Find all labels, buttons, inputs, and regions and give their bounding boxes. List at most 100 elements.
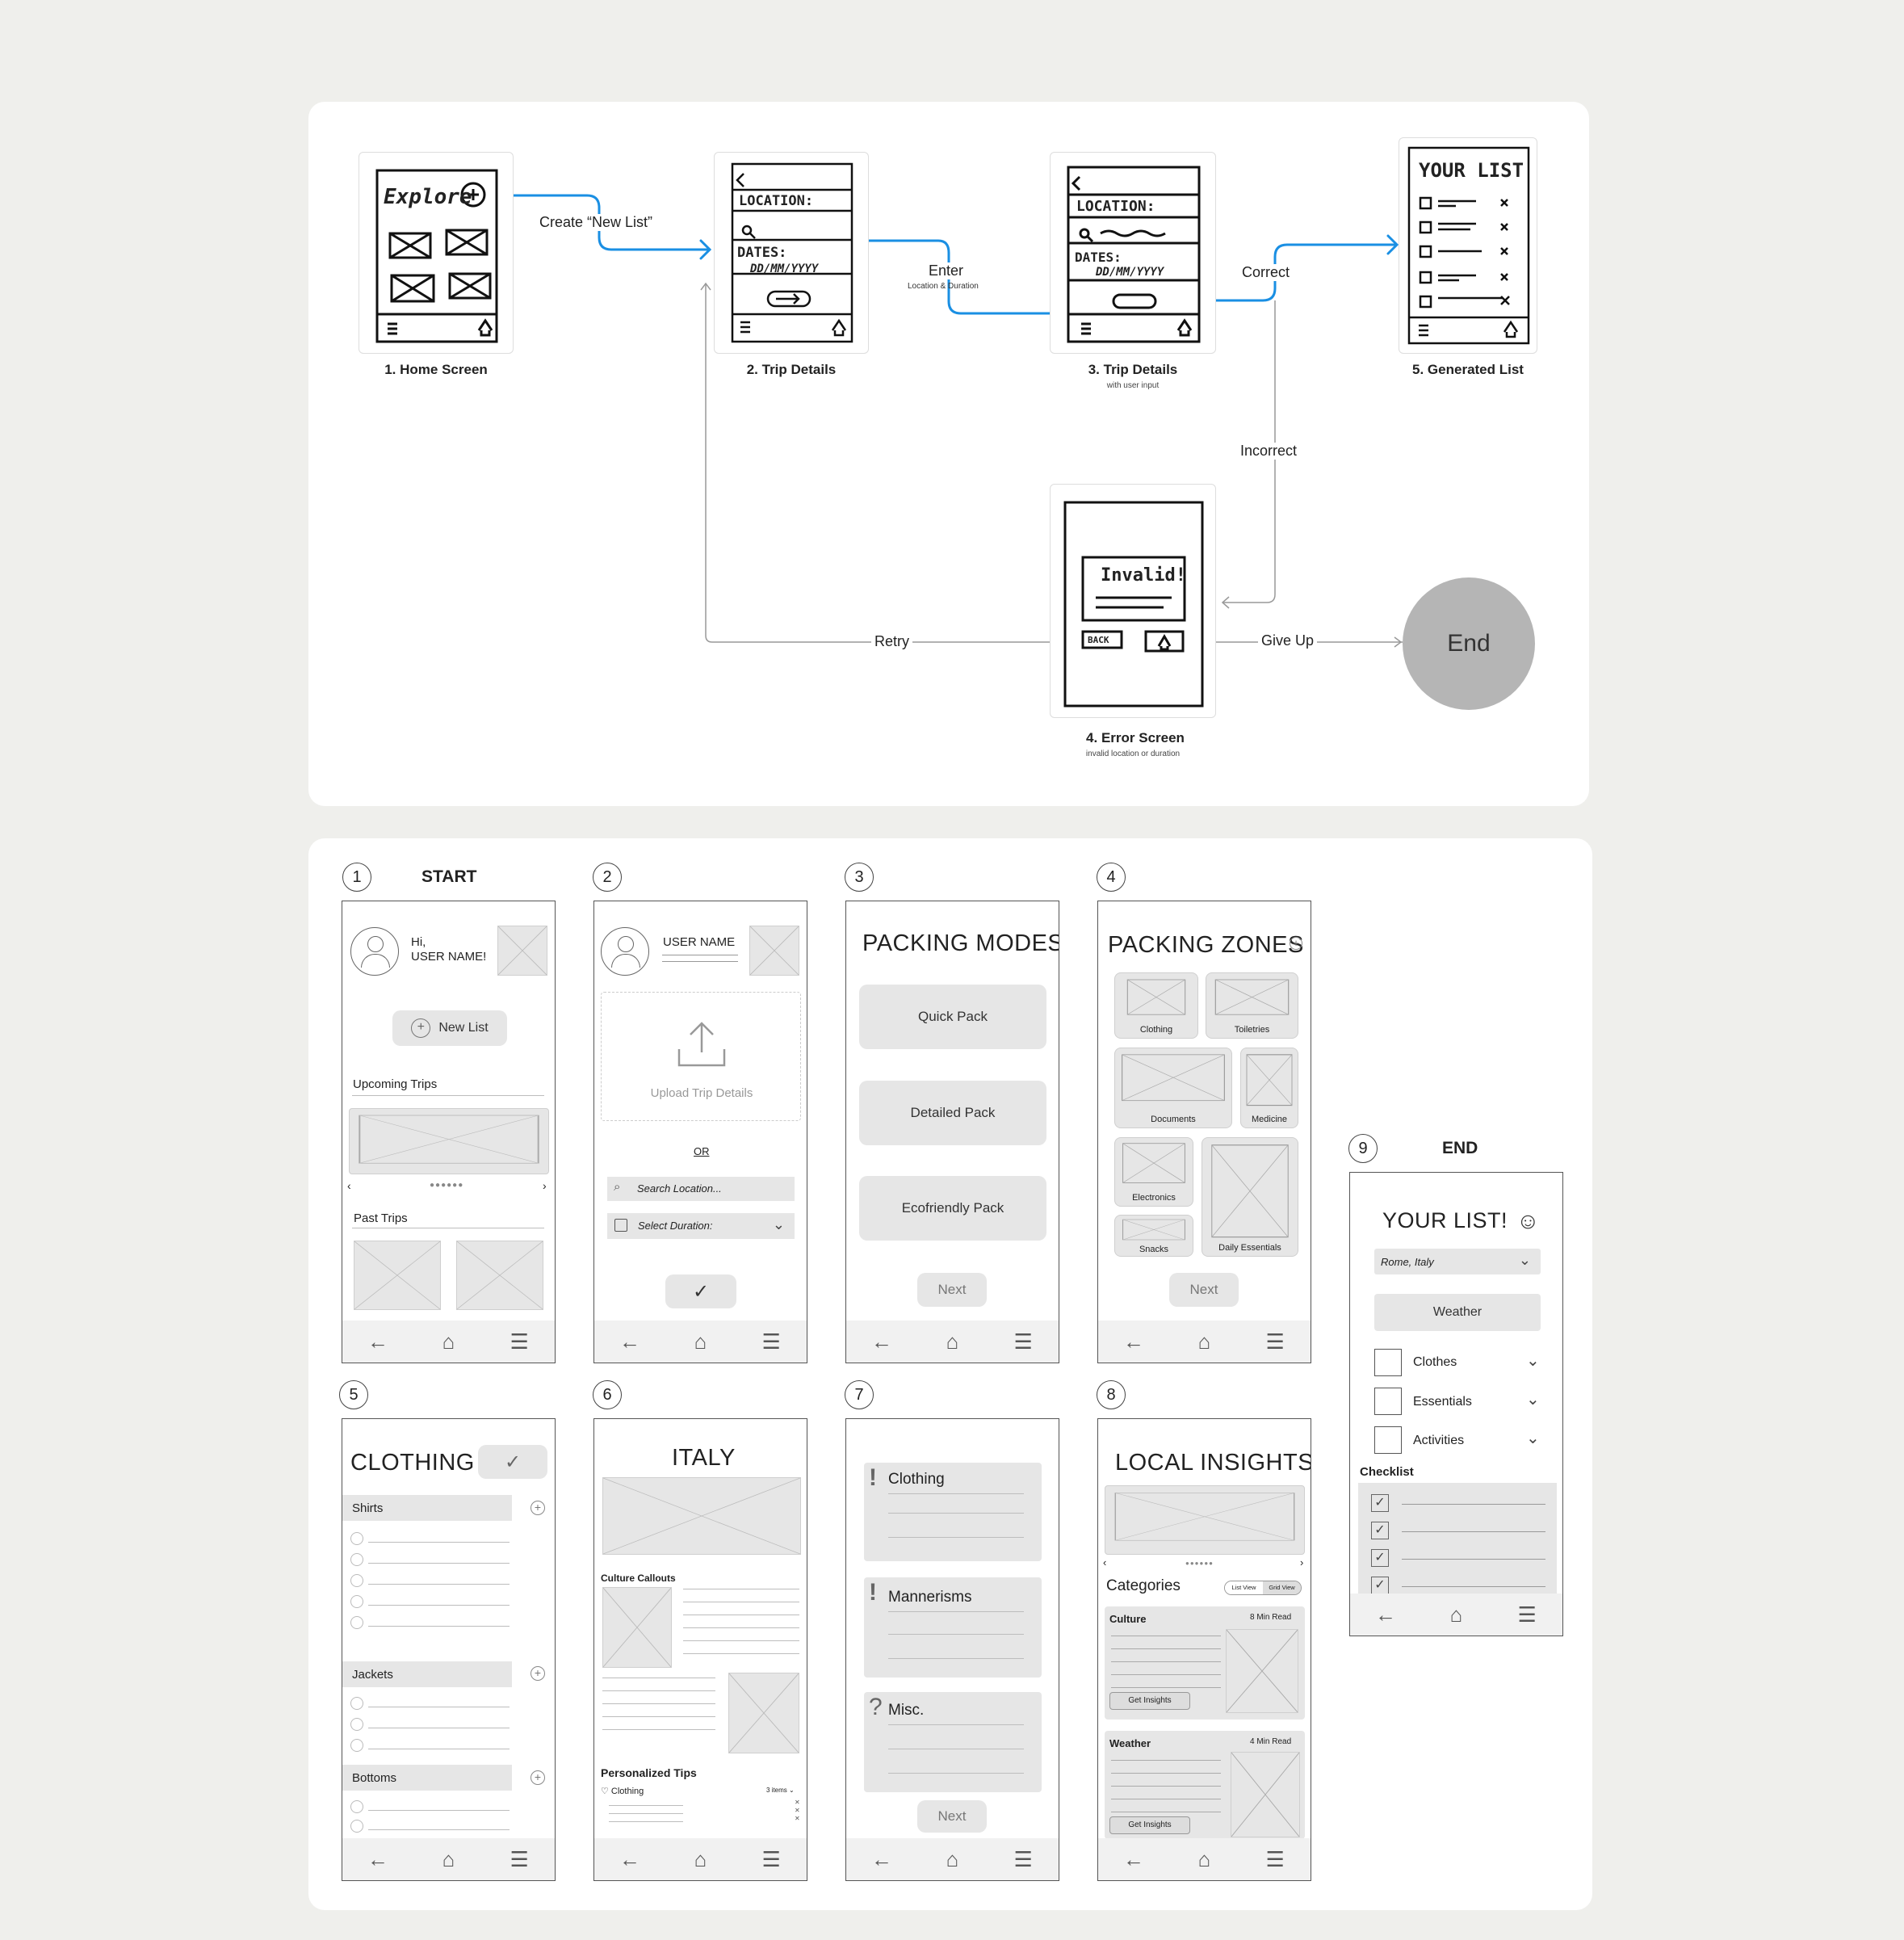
menu-list-icon[interactable]: ☰: [1259, 1329, 1291, 1354]
section-shirts[interactable]: Shirts: [342, 1495, 512, 1521]
carousel-next-icon[interactable]: ›: [1300, 1556, 1303, 1568]
card-image: [1226, 1629, 1298, 1713]
add-item-icon[interactable]: +: [531, 1666, 545, 1681]
home-icon[interactable]: ⌂: [684, 1329, 716, 1354]
quick-pack-button[interactable]: Quick Pack: [859, 985, 1046, 1049]
sketch-invalid-text: Invalid!: [1101, 565, 1186, 586]
menu-list-icon[interactable]: ☰: [1511, 1602, 1543, 1627]
home-icon[interactable]: ⌂: [1188, 1329, 1220, 1354]
weather-button[interactable]: Weather: [1374, 1294, 1541, 1331]
home-icon[interactable]: ⌂: [1440, 1602, 1472, 1627]
back-arrow-icon[interactable]: ←: [866, 1847, 898, 1872]
past-trip-card-2[interactable]: [456, 1241, 543, 1310]
activities-checkbox[interactable]: [1374, 1426, 1402, 1454]
ecofriendly-pack-button[interactable]: Ecofriendly Pack: [859, 1176, 1046, 1241]
menu-list-icon[interactable]: ☰: [1007, 1329, 1039, 1354]
chevron-down-icon[interactable]: ⌄: [1526, 1428, 1540, 1448]
location-select[interactable]: Rome, Italy ⌄: [1374, 1249, 1541, 1274]
zone-toiletries[interactable]: Toiletries: [1206, 972, 1298, 1039]
view-toggle[interactable]: List View Grid View: [1224, 1581, 1302, 1595]
zone-documents[interactable]: Documents: [1114, 1048, 1232, 1128]
back-arrow-icon[interactable]: ←: [614, 1847, 646, 1872]
next-button[interactable]: Next: [1169, 1273, 1239, 1307]
menu-list-icon[interactable]: ☰: [1259, 1847, 1291, 1872]
get-insights-button[interactable]: Get Insights: [1109, 1816, 1190, 1834]
menu-list-icon[interactable]: ☰: [755, 1847, 787, 1872]
avatar[interactable]: [601, 927, 649, 976]
get-insights-button[interactable]: Get Insights: [1109, 1692, 1190, 1710]
section-bottoms[interactable]: Bottoms: [342, 1765, 512, 1791]
tips-items-count[interactable]: 3 items ⌄: [766, 1787, 795, 1794]
zone-daily-essentials[interactable]: Daily Essentials: [1202, 1137, 1298, 1257]
confirm-check-button[interactable]: ✓: [665, 1274, 736, 1308]
back-arrow-icon[interactable]: ←: [866, 1329, 898, 1354]
new-list-button[interactable]: + New List: [392, 1010, 507, 1046]
home-icon[interactable]: ⌂: [432, 1847, 464, 1872]
clothes-checkbox[interactable]: [1374, 1349, 1402, 1376]
carousel-prev-icon[interactable]: ‹: [347, 1179, 351, 1192]
menu-list-icon[interactable]: ☰: [755, 1329, 787, 1354]
add-zone-icon[interactable]: +: [1290, 937, 1302, 950]
list-view-option[interactable]: List View: [1225, 1581, 1263, 1594]
checklist-item-checkbox[interactable]: ✓: [1371, 1494, 1389, 1512]
back-arrow-icon[interactable]: ←: [1118, 1847, 1150, 1872]
past-trips-heading: Past Trips: [354, 1211, 408, 1225]
screen-number-5: 5: [339, 1380, 368, 1409]
menu-list-icon[interactable]: ☰: [1007, 1847, 1039, 1872]
avatar[interactable]: [350, 927, 399, 976]
home-icon[interactable]: ⌂: [684, 1847, 716, 1872]
essentials-checkbox[interactable]: [1374, 1388, 1402, 1415]
back-arrow-icon[interactable]: ←: [362, 1847, 394, 1872]
add-item-icon[interactable]: +: [531, 1770, 545, 1785]
checklist-item-checkbox[interactable]: ✓: [1371, 1549, 1389, 1567]
exclamation-icon: !: [869, 1464, 877, 1491]
sketch-your-list-text: YOUR LIST: [1419, 159, 1524, 182]
confirm-check-button[interactable]: ✓: [478, 1445, 547, 1479]
home-icon[interactable]: ⌂: [936, 1847, 968, 1872]
menu-list-icon[interactable]: ☰: [503, 1847, 535, 1872]
zone-electronics[interactable]: Electronics: [1114, 1137, 1193, 1207]
menu-list-icon[interactable]: ☰: [503, 1329, 535, 1354]
back-arrow-icon[interactable]: ←: [614, 1329, 646, 1354]
tips-clothing-label[interactable]: ♡ Clothing: [601, 1786, 644, 1796]
zone-clothing[interactable]: Clothing: [1114, 972, 1198, 1039]
insight-card-culture[interactable]: Culture 8 Min Read Get Insights: [1105, 1606, 1305, 1720]
checklist-item-checkbox[interactable]: ✓: [1371, 1522, 1389, 1539]
card-misc[interactable]: ? Misc.: [864, 1692, 1042, 1792]
home-icon[interactable]: ⌂: [1188, 1847, 1220, 1872]
zone-label: Documents: [1151, 1115, 1196, 1124]
next-button[interactable]: Next: [917, 1800, 987, 1833]
add-item-icon[interactable]: +: [531, 1501, 545, 1515]
card-mannerisms[interactable]: ! Mannerisms: [864, 1577, 1042, 1678]
back-arrow-icon[interactable]: ←: [1118, 1329, 1150, 1354]
next-button[interactable]: Next: [917, 1273, 987, 1307]
sketch-home-screen: Explore: [359, 152, 514, 354]
zone-snacks[interactable]: Snacks: [1114, 1215, 1193, 1257]
back-arrow-icon[interactable]: ←: [362, 1329, 394, 1354]
checklist-item-checkbox[interactable]: ✓: [1371, 1577, 1389, 1594]
past-trip-card-1[interactable]: [354, 1241, 441, 1310]
card-clothing[interactable]: ! Clothing: [864, 1463, 1042, 1561]
search-location-input[interactable]: ⌕ Search Location...: [607, 1177, 795, 1201]
home-icon[interactable]: ⌂: [432, 1329, 464, 1354]
screen-your-list: YOUR LIST! ☺ Rome, Italy ⌄ Weather Cloth…: [1349, 1172, 1563, 1636]
chevron-down-icon[interactable]: ⌄: [1526, 1350, 1540, 1371]
upload-dropzone[interactable]: Upload Trip Details: [601, 992, 801, 1121]
page-title: PACKING MODES: [862, 930, 1059, 956]
detailed-pack-button[interactable]: Detailed Pack: [859, 1081, 1046, 1145]
culture-callouts-heading: Culture Callouts: [601, 1573, 676, 1584]
chevron-down-icon[interactable]: ⌄: [1526, 1389, 1540, 1409]
home-icon[interactable]: ⌂: [936, 1329, 968, 1354]
zone-label: Toiletries: [1234, 1025, 1270, 1035]
carousel-next-icon[interactable]: ›: [543, 1179, 547, 1192]
page-title: CLOTHING: [350, 1450, 475, 1476]
section-jackets[interactable]: Jackets: [342, 1661, 512, 1687]
back-arrow-icon[interactable]: ←: [1369, 1602, 1402, 1627]
grid-view-option[interactable]: Grid View: [1263, 1581, 1301, 1594]
upcoming-trips-heading: Upcoming Trips: [353, 1077, 438, 1091]
insight-card-weather[interactable]: Weather 4 Min Read Get Insights: [1105, 1731, 1305, 1839]
duration-select[interactable]: Select Duration: ⌄: [607, 1213, 795, 1239]
upcoming-trip-card[interactable]: [349, 1108, 549, 1174]
carousel-prev-icon[interactable]: ‹: [1103, 1556, 1106, 1568]
zone-medicine[interactable]: Medicine: [1240, 1048, 1298, 1128]
